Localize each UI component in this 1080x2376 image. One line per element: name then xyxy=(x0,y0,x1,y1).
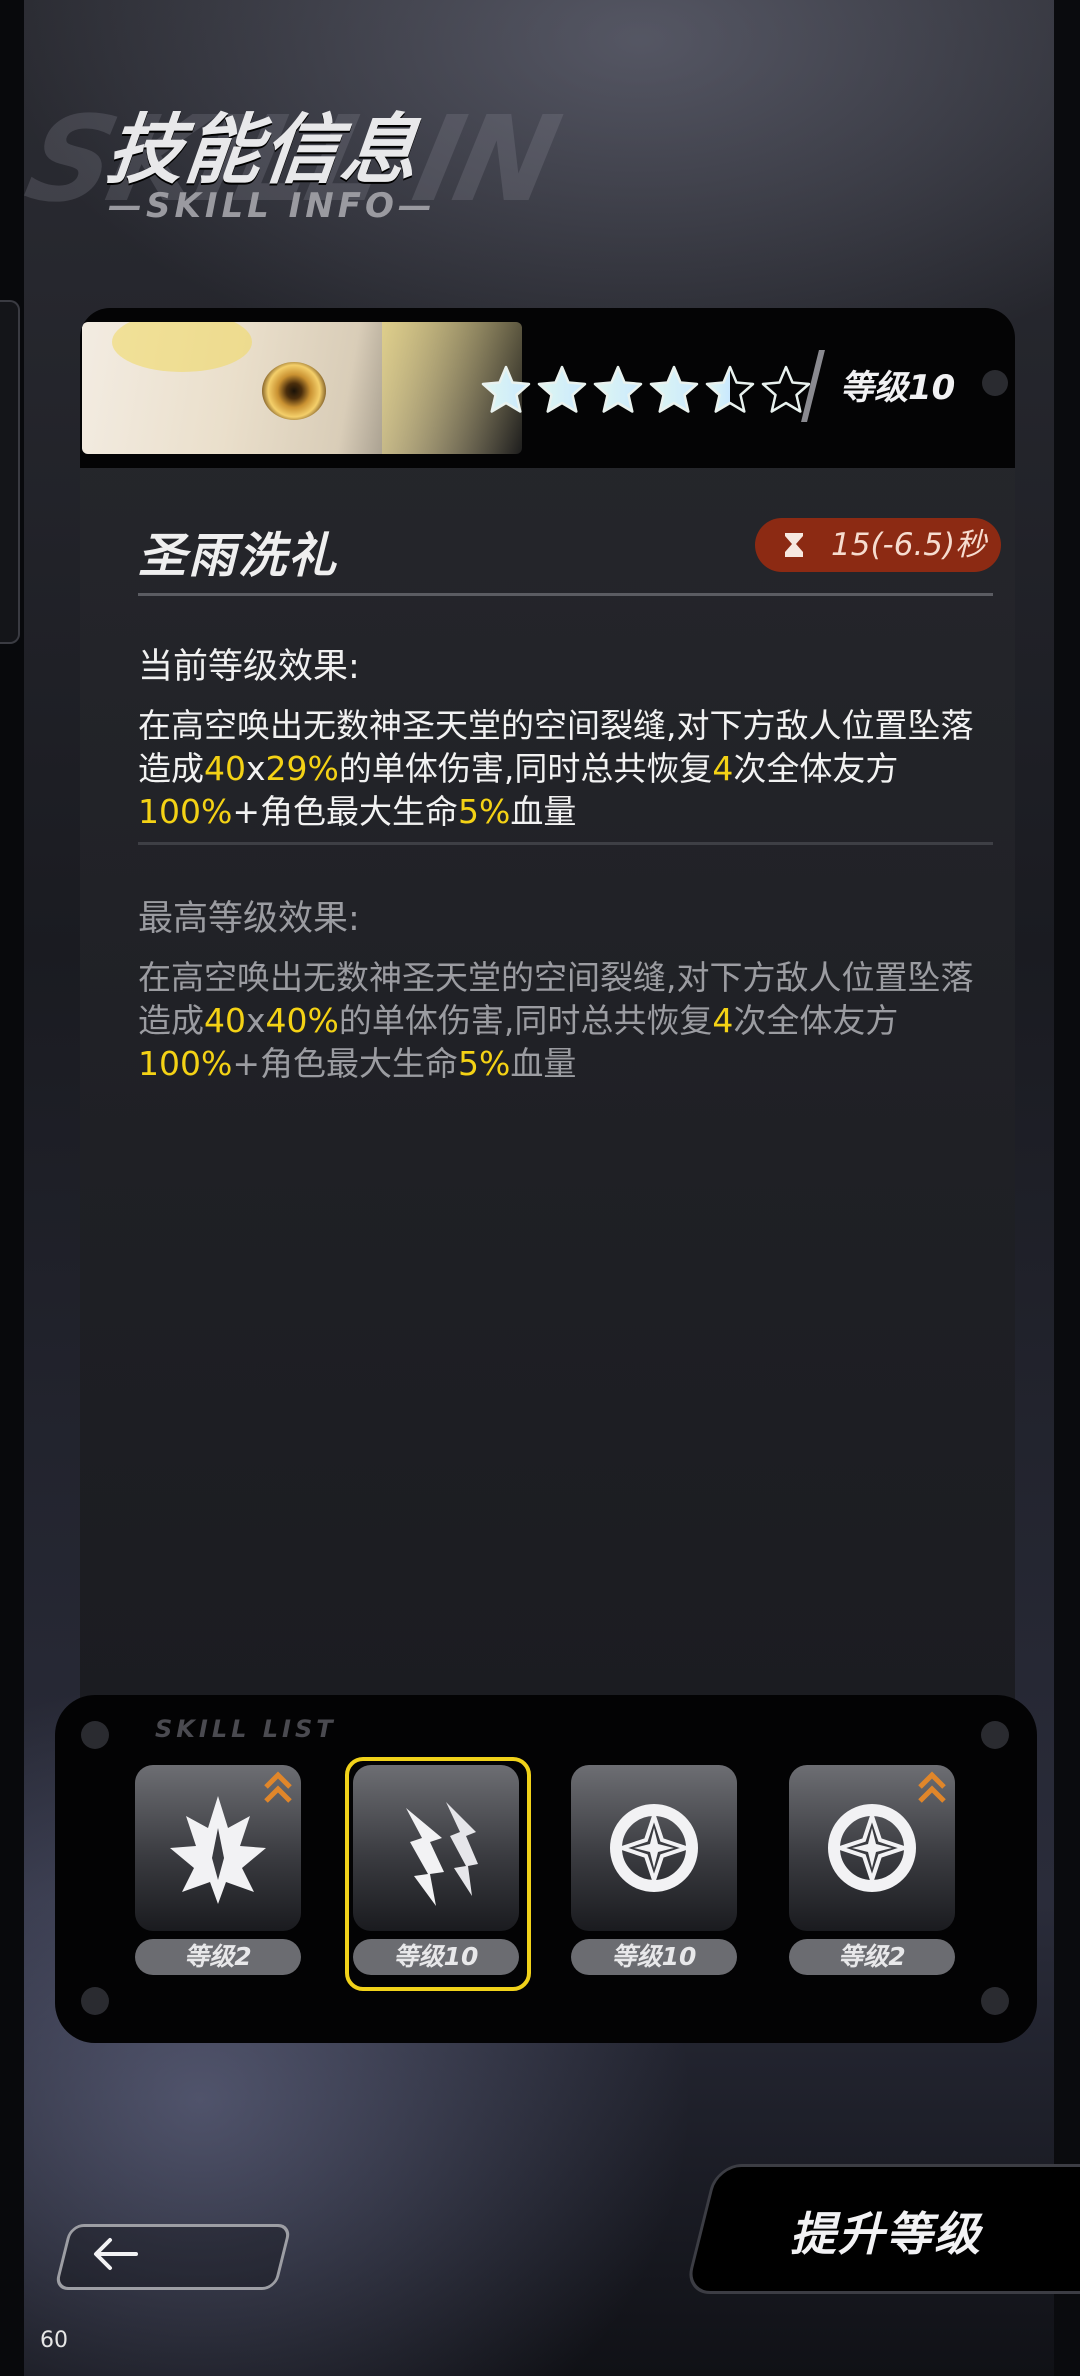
upgrade-available-icon xyxy=(918,1771,946,1803)
skill-slot-icon-box[interactable] xyxy=(789,1765,955,1931)
max-effect-title: 最高等级效果: xyxy=(138,899,360,939)
skill-list-title: SKILL LIST xyxy=(155,1715,337,1743)
panel-rivet xyxy=(981,1987,1009,2015)
cooldown-badge: 15(-6.5)秒 xyxy=(755,518,1001,572)
highlighted-value: 40 xyxy=(204,1001,246,1040)
skill-slot[interactable]: 等级10 xyxy=(345,1757,531,1995)
max-effect-description: 在高空唤出无数神圣天堂的空间裂缝,对下方敌人位置坠落造成40x40%的单体伤害,… xyxy=(138,956,998,1085)
current-effect-title: 当前等级效果: xyxy=(138,647,360,687)
star-rating xyxy=(480,364,812,416)
highlighted-value: 29% xyxy=(265,749,339,788)
character-portrait xyxy=(82,322,522,454)
flame-crest-icon xyxy=(170,1796,266,1904)
skill-slot-icon-box[interactable] xyxy=(135,1765,301,1931)
description-text: 的单体伤害,同时总共恢复 xyxy=(338,1001,713,1040)
current-effect-description: 在高空唤出无数神圣天堂的空间裂缝,对下方敌人位置坠落造成40x29%的单体伤害,… xyxy=(138,704,998,833)
highlighted-value: 5% xyxy=(458,792,511,831)
skill-slot-level: 等级10 xyxy=(353,1939,519,1975)
divider xyxy=(138,842,993,845)
upgrade-level-label[interactable]: 提升等级 xyxy=(790,2198,982,2264)
back-arrow-icon[interactable] xyxy=(92,2236,138,2272)
cooldown-text: 15(-6.5)秒 xyxy=(831,527,987,563)
skill-slot[interactable]: 等级2 xyxy=(789,1765,957,1995)
skill-slot[interactable]: 等级2 xyxy=(135,1765,303,1995)
skill-slot[interactable]: 等级10 xyxy=(571,1765,739,1995)
star-filled-icon xyxy=(593,365,643,413)
description-text: x xyxy=(246,1001,266,1040)
divider xyxy=(138,593,993,596)
highlighted-value: 4 xyxy=(712,1001,734,1040)
skill-detail-card: 等级10 圣雨洗礼 15(-6.5)秒 当前等级效果: 在高空唤出无数神圣天堂的… xyxy=(80,308,1015,1708)
skill-slot-icon-box[interactable] xyxy=(353,1765,519,1931)
card-rivet xyxy=(982,370,1008,396)
panel-rivet xyxy=(81,1987,109,2015)
highlighted-value: 40 xyxy=(204,749,246,788)
compass-star-icon xyxy=(828,1804,916,1892)
skill-slot-level: 等级10 xyxy=(571,1939,737,1975)
description-text: x xyxy=(246,749,266,788)
back-button[interactable] xyxy=(53,2224,293,2290)
skill-slot-icon-box[interactable] xyxy=(571,1765,737,1931)
star-half-icon xyxy=(705,365,755,413)
portrait-eye xyxy=(262,362,326,420)
highlighted-value: 5% xyxy=(458,1044,511,1083)
holy-rain-icon xyxy=(406,1802,478,1906)
skill-name: 圣雨洗礼 xyxy=(138,528,339,584)
star-filled-icon xyxy=(481,365,531,413)
star-filled-icon xyxy=(649,365,699,413)
skill-list-panel: SKILL LIST 等级2 等级10 等级10 等级2 xyxy=(55,1695,1037,2043)
description-text: 次全体友方 xyxy=(733,749,899,788)
description-text: +角色最大生命 xyxy=(232,792,458,831)
description-text: 的单体伤害,同时总共恢复 xyxy=(338,749,713,788)
upgrade-available-icon xyxy=(264,1771,292,1803)
description-text: +角色最大生命 xyxy=(232,1044,458,1083)
side-drawer-tab[interactable] xyxy=(0,300,20,644)
fps-counter: 60 xyxy=(40,2328,68,2353)
panel-rivet xyxy=(981,1721,1009,1749)
panel-rivet xyxy=(81,1721,109,1749)
hourglass-icon xyxy=(785,533,803,557)
highlighted-value: 4 xyxy=(712,749,734,788)
right-edge xyxy=(1054,0,1080,2376)
compass-star-icon xyxy=(610,1804,698,1892)
page-title: 技能信息 xyxy=(102,105,424,194)
description-text: 血量 xyxy=(510,792,577,831)
skill-slot-level: 等级2 xyxy=(789,1939,955,1975)
description-text: 血量 xyxy=(510,1044,577,1083)
highlighted-value: 100% xyxy=(138,1044,233,1083)
highlighted-value: 100% xyxy=(138,792,233,831)
description-text: 次全体友方 xyxy=(733,1001,899,1040)
highlighted-value: 40% xyxy=(265,1001,339,1040)
skill-slot-level: 等级2 xyxy=(135,1939,301,1975)
page-subtitle: —SKILL INFO— xyxy=(108,186,436,226)
star-filled-icon xyxy=(537,365,587,413)
skill-level-badge: 等级10 xyxy=(840,368,956,408)
